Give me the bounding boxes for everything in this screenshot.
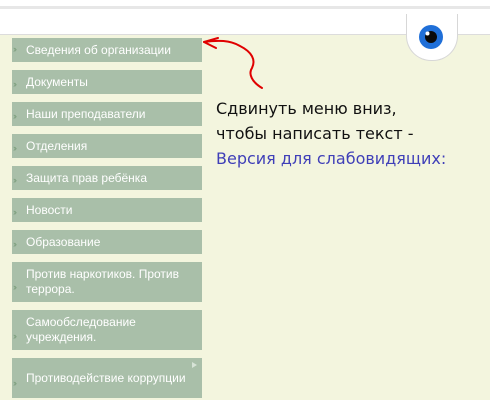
double-chevron-right-icon: ›› [13,331,17,341]
low-vision-version-link[interactable]: Версия для слабовидящих: [216,146,446,171]
menu-item-news[interactable]: ›› Новости [12,198,202,222]
double-chevron-right-icon: ›› [13,378,17,388]
double-chevron-right-icon: ›› [13,79,17,89]
annotation-line-1: Сдвинуть меню вниз, [216,99,397,118]
double-chevron-right-icon: ›› [13,143,17,153]
hand-drawn-arrow-icon [203,37,263,89]
menu-item-anti-corruption[interactable]: ›› Противодействие коррупции [12,358,202,398]
menu-item-label: Образование [26,234,101,249]
double-chevron-right-icon: ›› [13,175,17,185]
menu-item-label: Сведения об организации [26,42,171,57]
menu-item-label: Документы [26,74,88,89]
menu-item-label: Отделения [26,138,88,153]
eye-icon[interactable] [418,24,444,50]
annotation-line-2: чтобы написать текст - [216,124,414,143]
menu-item-label: Защита прав ребёнка [26,170,147,185]
menu-item-label: Наши преподаватели [26,106,146,121]
menu-item-documents[interactable]: ›› Документы [12,70,202,94]
menu-item-education[interactable]: ›› Образование [12,230,202,254]
double-chevron-right-icon: ›› [13,282,17,292]
menu-item-teachers[interactable]: ›› Наши преподаватели [12,102,202,126]
menu-item-child-rights[interactable]: ›› Защита прав ребёнка [12,166,202,190]
top-bar-divider [0,6,490,9]
menu-item-label: Самообследование учреждения. [26,315,136,344]
menu-item-anti-drugs-anti-terror[interactable]: ›› Против наркотиков. Против террора. [12,262,202,302]
double-chevron-right-icon: ›› [13,207,17,217]
menu-item-label: Противодействие коррупции [26,370,186,385]
menu-item-label: Против наркотиков. Против террора. [26,267,179,296]
double-chevron-right-icon: ›› [13,44,17,54]
menu-item-organization-info[interactable]: ›› Сведения об организации [12,38,202,62]
double-chevron-right-icon: ›› [13,239,17,249]
annotation-note: Сдвинуть меню вниз, чтобы написать текст… [216,96,446,171]
menu-item-departments[interactable]: ›› Отделения [12,134,202,158]
double-chevron-right-icon: ›› [13,111,17,121]
menu-item-label: Новости [26,202,73,217]
triangle-right-icon [192,362,197,368]
menu-item-self-examination[interactable]: ›› Самообследование учреждения. [12,310,202,350]
